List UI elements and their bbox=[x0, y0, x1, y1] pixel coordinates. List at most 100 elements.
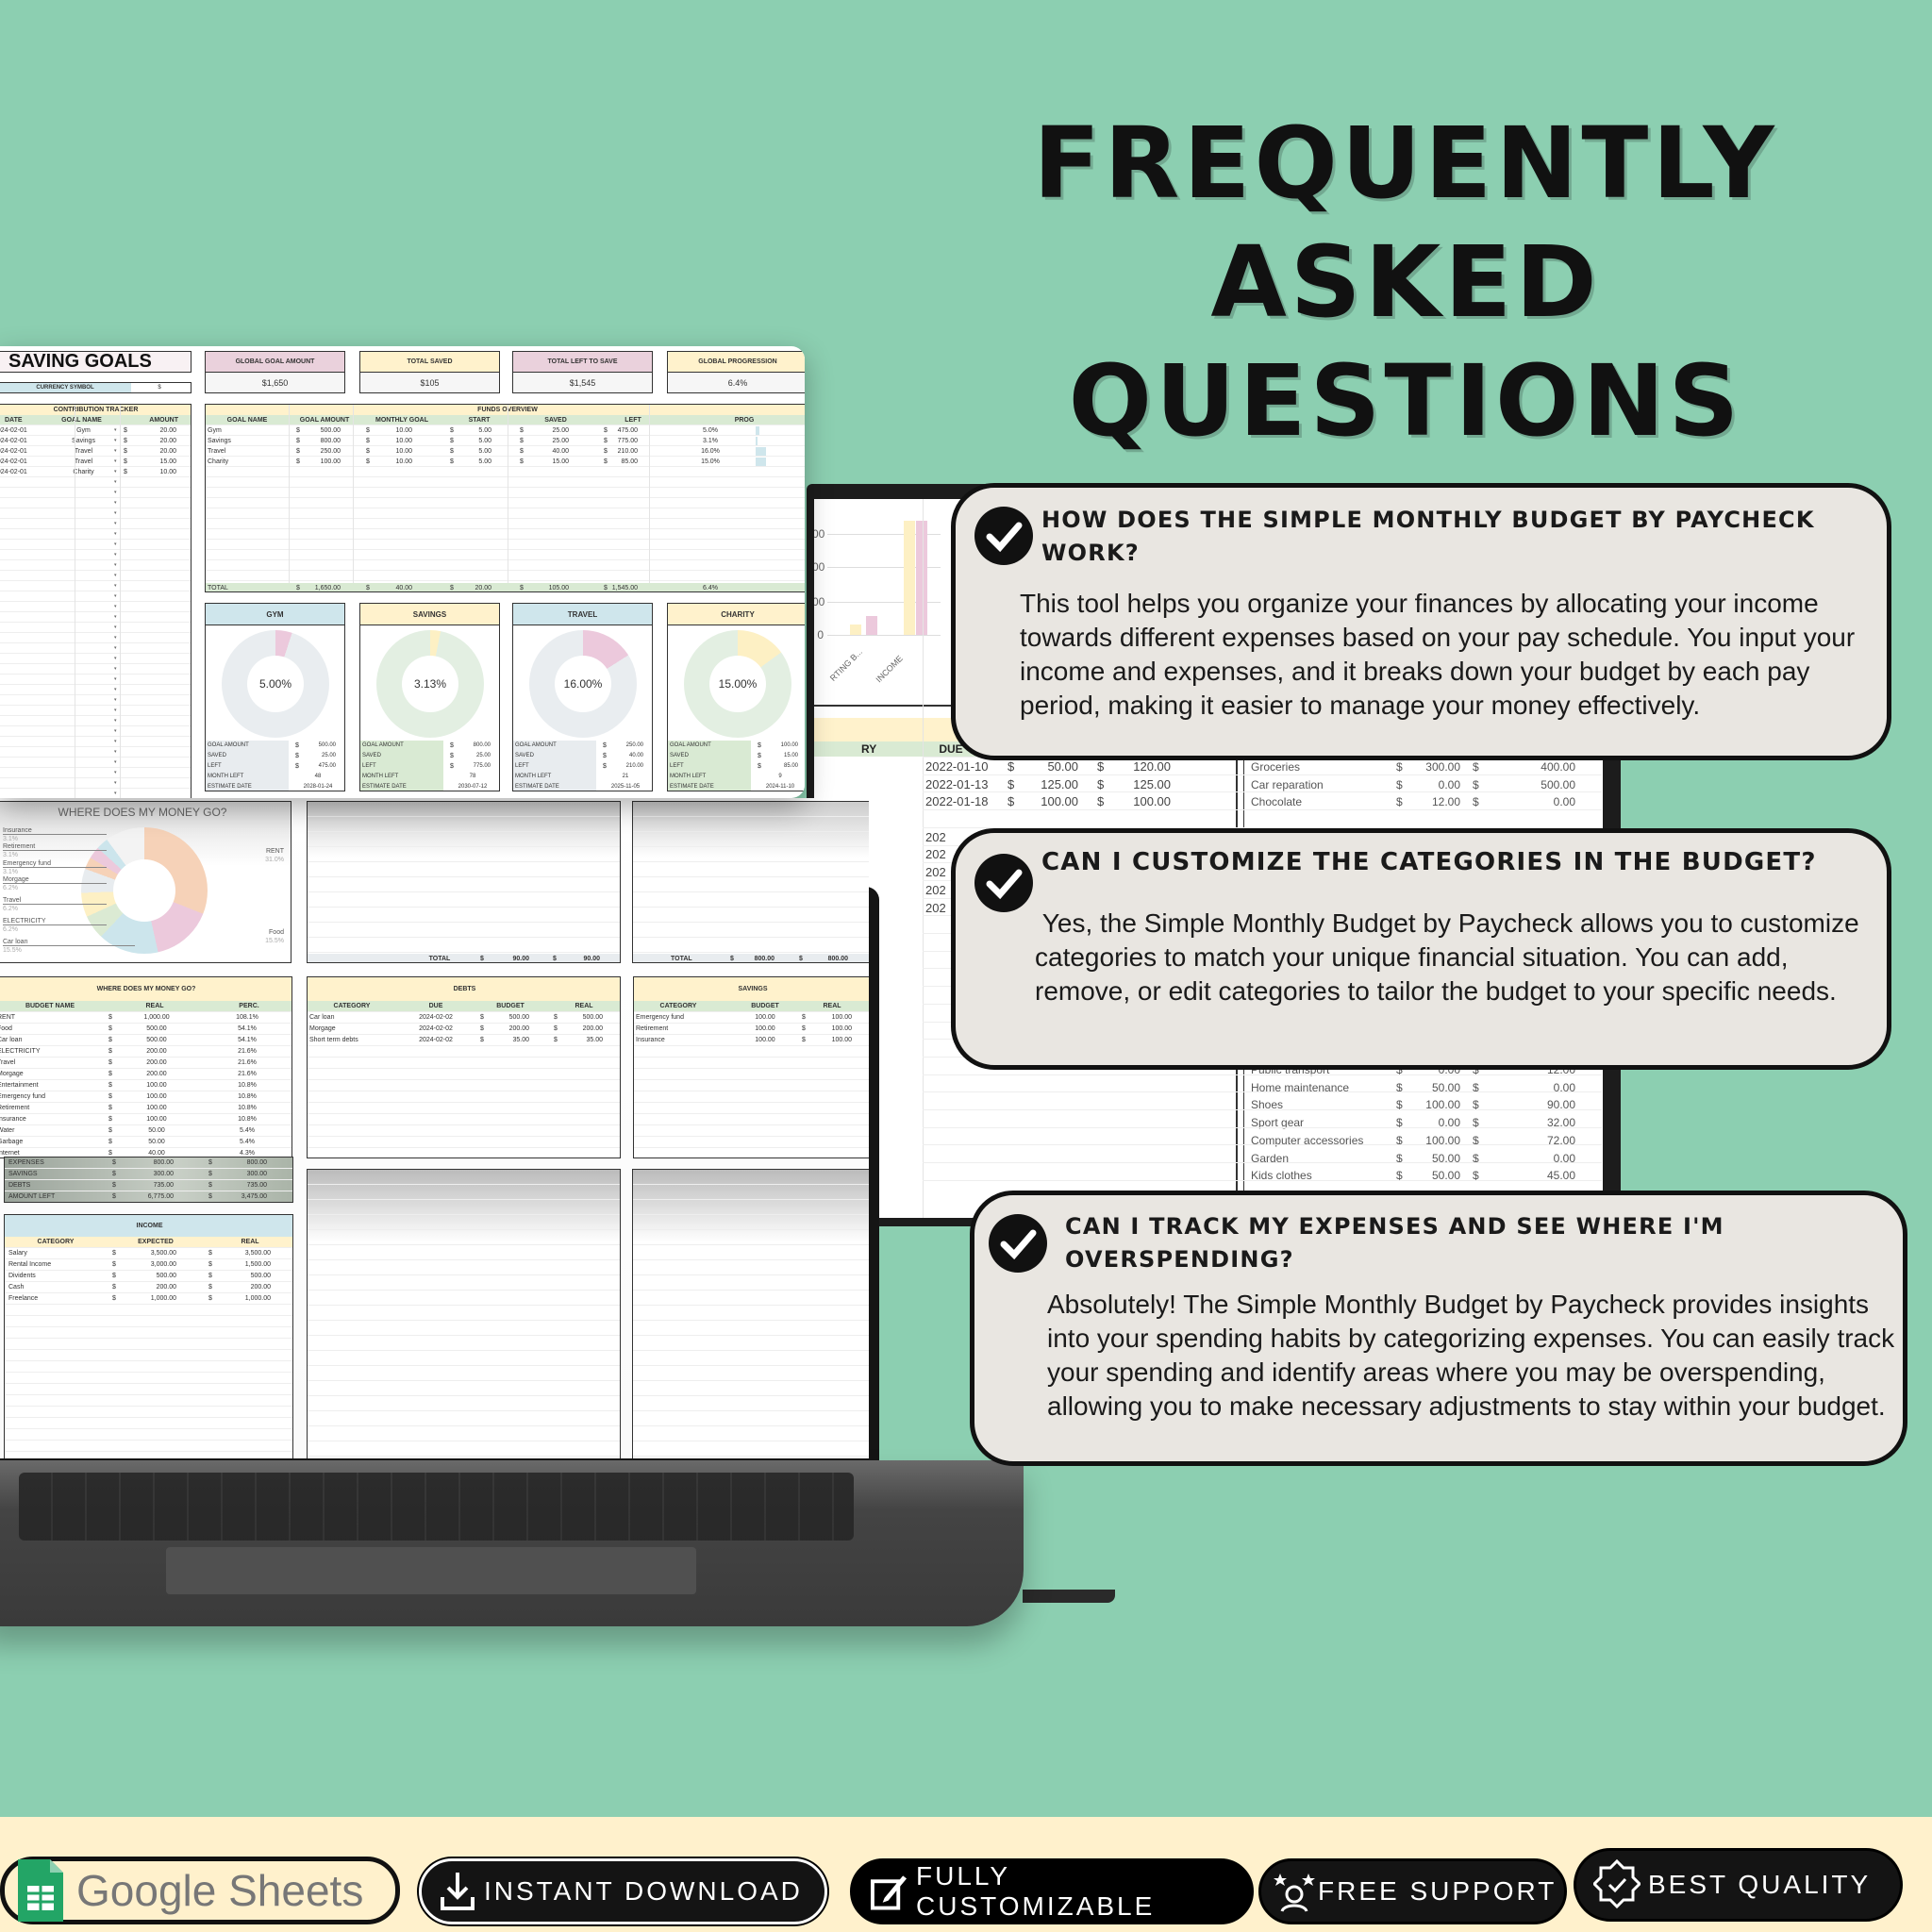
goal-stat-label: MONTH LEFT bbox=[362, 774, 399, 779]
dropdown-arrow-icon[interactable]: ▾ bbox=[114, 664, 117, 675]
debt-row-cell: 200.00 bbox=[508, 1025, 529, 1032]
column-header: BUDGET bbox=[496, 1003, 525, 1009]
goal-stat-row: GOAL AMOUNT $100.00 bbox=[668, 741, 805, 751]
dropdown-arrow-icon[interactable]: ▾ bbox=[114, 498, 117, 508]
dropdown-arrow-icon[interactable]: ▾ bbox=[114, 436, 117, 446]
goal-stat-row: LEFT $210.00 bbox=[513, 761, 652, 772]
funds-row-cell: $ bbox=[366, 427, 370, 434]
money-table-title: WHERE DOES MY MONEY GO? bbox=[0, 977, 291, 1001]
summary-row: EXPENSES $800.00 $800.00 bbox=[5, 1158, 292, 1169]
dropdown-arrow-icon[interactable]: ▾ bbox=[114, 425, 117, 436]
funds-row-cell: 10.00 bbox=[395, 458, 412, 465]
expense-cell: Home maintenance bbox=[1251, 1080, 1350, 1094]
leader-line bbox=[3, 904, 107, 905]
empty-row bbox=[5, 1339, 292, 1350]
funds-row-cell: 85.00 bbox=[621, 458, 638, 465]
empty-row: ▾ bbox=[0, 591, 191, 602]
dropdown-arrow-icon[interactable]: ▾ bbox=[114, 706, 117, 716]
expense-cell: Computer accessories bbox=[1251, 1133, 1364, 1147]
currency-symbol-value[interactable]: $ bbox=[141, 383, 178, 392]
dropdown-arrow-icon[interactable]: ▾ bbox=[114, 508, 117, 519]
dropdown-arrow-icon[interactable]: ▾ bbox=[114, 457, 117, 467]
goal-card-title: SAVINGS bbox=[360, 604, 499, 625]
row-line bbox=[923, 791, 1602, 793]
bill-cell: 2022-01-10 bbox=[925, 759, 989, 774]
funds-row-cell: 500.00 bbox=[320, 427, 341, 434]
dropdown-arrow-icon[interactable]: ▾ bbox=[114, 612, 117, 623]
progress-bar bbox=[756, 447, 767, 456]
goal-stat-value: 25.00 bbox=[321, 753, 336, 758]
contribution-row-cell: 20.00 bbox=[159, 438, 176, 444]
dropdown-arrow-icon[interactable]: ▾ bbox=[114, 571, 117, 581]
dropdown-arrow-icon[interactable]: ▾ bbox=[114, 778, 117, 789]
leader-line bbox=[3, 883, 107, 884]
goal-stat-label: ESTIMATE DATE bbox=[362, 784, 407, 790]
empty-row bbox=[308, 923, 620, 938]
empty-row bbox=[308, 892, 620, 908]
empty-row bbox=[633, 1215, 869, 1230]
dropdown-arrow-icon[interactable]: ▾ bbox=[114, 519, 117, 529]
checkmark-icon bbox=[974, 507, 1033, 565]
dropdown-arrow-icon[interactable]: ▾ bbox=[114, 560, 117, 571]
money-row-cell: $ bbox=[108, 1082, 112, 1089]
dropdown-arrow-icon[interactable]: ▾ bbox=[114, 716, 117, 726]
goal-stat-row: ESTIMATE DATE 2030-07-12 bbox=[360, 782, 499, 791]
column-header: START bbox=[468, 417, 491, 424]
summary-card: TOTAL SAVED $105 bbox=[359, 351, 500, 393]
dropdown-arrow-icon[interactable]: ▾ bbox=[114, 758, 117, 768]
summary-card: GLOBAL PROGRESSION 6.4% bbox=[667, 351, 805, 393]
dropdown-arrow-icon[interactable]: ▾ bbox=[114, 581, 117, 591]
free-support-badge: FREE SUPPORT bbox=[1258, 1858, 1567, 1924]
dropdown-arrow-icon[interactable]: ▾ bbox=[114, 529, 117, 540]
goal-stat-label: MONTH LEFT bbox=[515, 774, 552, 779]
dropdown-arrow-icon[interactable]: ▾ bbox=[114, 623, 117, 633]
empty-row bbox=[5, 1384, 292, 1395]
contribution-row-cell: 2024-02-01 bbox=[0, 438, 27, 444]
funds-total-row: TOTAL $1,650.00 $40.00 $20.00 $105.00 $1,545.… bbox=[206, 583, 805, 591]
column-header: CATEGORY bbox=[333, 1003, 371, 1009]
dropdown-arrow-icon[interactable]: ▾ bbox=[114, 675, 117, 685]
dropdown-arrow-icon[interactable]: ▾ bbox=[114, 643, 117, 654]
dropdown-arrow-icon[interactable]: ▾ bbox=[114, 685, 117, 695]
dropdown-arrow-icon[interactable]: ▾ bbox=[114, 467, 117, 477]
goal-stat-value: 2025-11-05 bbox=[610, 784, 641, 790]
money-row-cell: $ bbox=[108, 1059, 112, 1066]
dropdown-arrow-icon[interactable]: ▾ bbox=[114, 789, 117, 798]
dropdown-arrow-icon[interactable]: ▾ bbox=[114, 654, 117, 664]
contribution-row-cell: 15.00 bbox=[159, 458, 176, 465]
dropdown-arrow-icon[interactable]: ▾ bbox=[114, 602, 117, 612]
contribution-row-cell: Travel bbox=[74, 458, 93, 465]
row-line bbox=[923, 809, 1602, 811]
summary-row-cell: 735.00 bbox=[153, 1182, 174, 1189]
money-row: Insurance $100.00 10.8% bbox=[0, 1114, 291, 1125]
dropdown-arrow-icon[interactable]: ▾ bbox=[114, 747, 117, 758]
expense-cell: Shoes bbox=[1251, 1098, 1284, 1112]
dropdown-arrow-icon[interactable]: ▾ bbox=[114, 695, 117, 706]
income-row-cell: $ bbox=[112, 1273, 116, 1279]
empty-row: ▾ bbox=[0, 612, 191, 623]
dropdown-arrow-icon[interactable]: ▾ bbox=[114, 591, 117, 602]
goal-card-title: GYM bbox=[206, 604, 344, 625]
dropdown-arrow-icon[interactable]: ▾ bbox=[114, 446, 117, 457]
dropdown-arrow-icon[interactable]: ▾ bbox=[114, 633, 117, 643]
faq-card-3: CAN I TRACK MY EXPENSES AND SEE WHERE I'… bbox=[970, 1191, 1907, 1466]
dropdown-arrow-icon[interactable]: ▾ bbox=[114, 488, 117, 498]
money-row-cell: $ bbox=[108, 1127, 112, 1134]
column-header: REAL bbox=[575, 1003, 593, 1009]
spreadsheet-panel bbox=[307, 1169, 621, 1458]
empty-row bbox=[633, 877, 869, 892]
dropdown-arrow-icon[interactable]: ▾ bbox=[114, 550, 117, 560]
money-row-cell: $ bbox=[108, 1071, 112, 1077]
dropdown-arrow-icon[interactable]: ▾ bbox=[114, 737, 117, 747]
dropdown-arrow-icon[interactable]: ▾ bbox=[114, 726, 117, 737]
dropdown-arrow-icon[interactable]: ▾ bbox=[114, 477, 117, 488]
dropdown-arrow-icon[interactable]: ▾ bbox=[114, 540, 117, 550]
dropdown-arrow-icon[interactable]: ▾ bbox=[114, 768, 117, 778]
empty-row: ▾ bbox=[0, 747, 191, 758]
expense-cell: 0.00 bbox=[1553, 1080, 1575, 1094]
column-header: REAL bbox=[145, 1003, 164, 1009]
goal-stat-value: 100.00 bbox=[780, 742, 798, 748]
money-row: Car loan $500.00 54.1% bbox=[0, 1035, 291, 1046]
income-row-cell: $ bbox=[112, 1295, 116, 1302]
empty-row bbox=[308, 1125, 620, 1137]
